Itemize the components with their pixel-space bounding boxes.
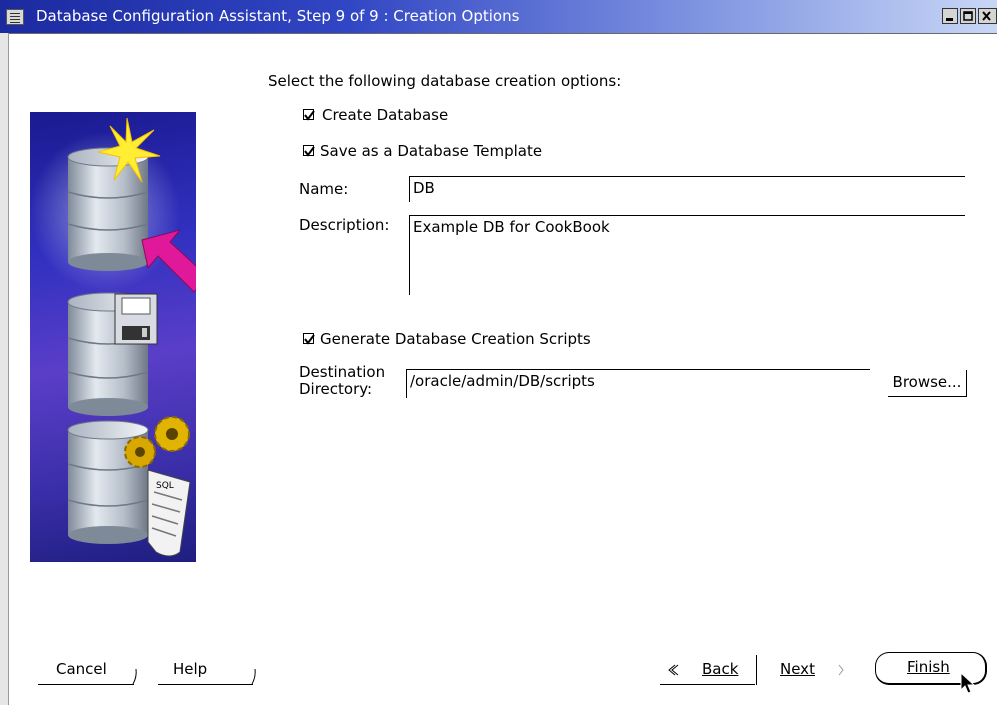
title-bar: Database Configuration Assistant, Step 9…	[0, 0, 997, 34]
back-arrow-icon	[668, 664, 679, 676]
system-menu-icon[interactable]	[6, 9, 24, 25]
sql-label: SQL	[156, 481, 174, 491]
create-database-label: Create Database	[322, 106, 449, 124]
next-button-label: Next	[780, 660, 815, 678]
generate-scripts-checkbox[interactable]	[303, 333, 315, 345]
options-prompt: Select the following database creation o…	[268, 72, 622, 90]
create-database-checkbox[interactable]	[303, 109, 315, 121]
back-button[interactable]: Back	[660, 655, 760, 685]
next-button[interactable]: Next	[780, 655, 850, 685]
destination-label-line2: Directory:	[299, 380, 373, 398]
generate-scripts-label: Generate Database Creation Scripts	[320, 330, 591, 348]
description-label: Description:	[299, 216, 390, 234]
cancel-button[interactable]: Cancel	[38, 655, 138, 685]
database-floppy-icon	[67, 292, 158, 416]
save-template-checkbox[interactable]	[303, 145, 315, 157]
template-description-field[interactable]: Example DB for CookBook	[409, 215, 965, 295]
close-button[interactable]	[978, 8, 997, 24]
template-name-field[interactable]: DB	[409, 176, 965, 202]
help-button-label: Help	[173, 660, 208, 678]
minimize-button[interactable]	[942, 8, 958, 24]
save-template-label: Save as a Database Template	[320, 142, 543, 160]
destination-directory-field[interactable]: /oracle/admin/DB/scripts	[406, 369, 870, 398]
sql-scroll-icon: SQL	[147, 469, 191, 557]
mouse-cursor-icon	[960, 672, 976, 694]
checkmark-icon	[304, 146, 315, 157]
arrow-icon	[141, 229, 196, 293]
finish-button-label: Finish	[907, 658, 950, 676]
help-button[interactable]: Help	[158, 655, 258, 685]
cancel-button-label: Cancel	[56, 660, 107, 678]
next-arrow-icon	[838, 664, 844, 676]
checkmark-icon	[304, 334, 315, 345]
wizard-illustration: SQL	[30, 112, 196, 562]
window-title: Database Configuration Assistant, Step 9…	[36, 7, 520, 25]
destination-label: Destination Directory:	[299, 364, 385, 398]
window-frame	[0, 33, 9, 705]
checkmark-icon	[304, 110, 315, 121]
maximize-button[interactable]	[960, 8, 976, 24]
destination-label-line1: Destination	[299, 363, 386, 381]
browse-button-label: Browse...	[892, 373, 962, 391]
browse-button[interactable]: Browse...	[888, 370, 967, 397]
back-button-label: Back	[702, 660, 739, 678]
name-label: Name:	[299, 180, 349, 198]
